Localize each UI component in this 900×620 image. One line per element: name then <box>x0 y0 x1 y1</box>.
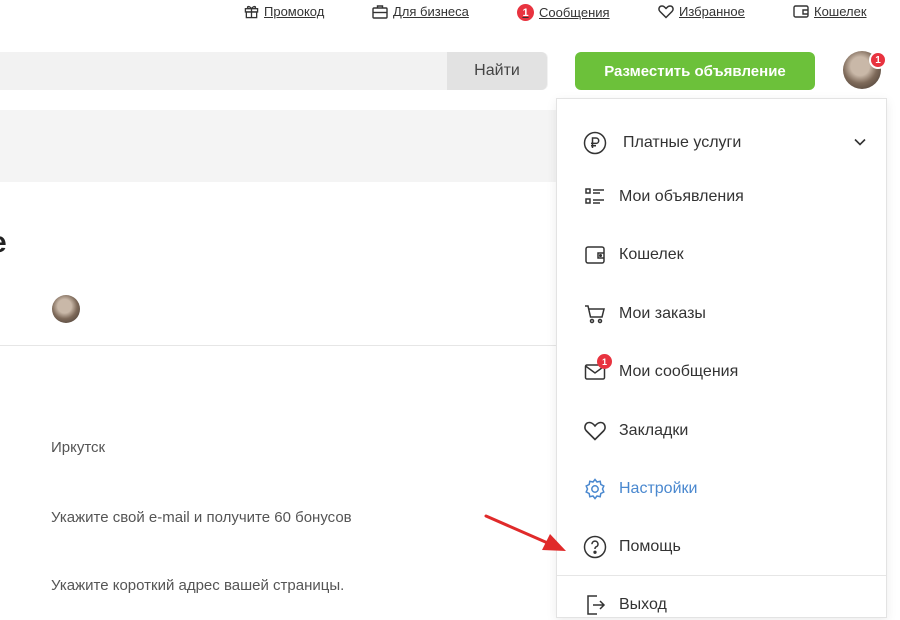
city-value: Иркутск <box>51 439 106 456</box>
favorites-link[interactable]: Избранное <box>658 4 745 19</box>
cart-icon <box>583 302 607 326</box>
menu-item-label: Помощь <box>619 538 681 555</box>
logout-icon <box>583 593 607 617</box>
menu-item-help[interactable]: Помощь <box>583 532 681 562</box>
heart-icon <box>658 4 674 19</box>
menu-item-label: Настройки <box>619 480 698 497</box>
envelope-icon: 1 <box>583 354 612 384</box>
menu-item-orders[interactable]: Мои заказы <box>583 299 706 329</box>
menu-item-my-ads[interactable]: Мои объявления <box>583 182 744 212</box>
email-hint[interactable]: Укажите свой e-mail и получите 60 бонусо… <box>51 509 352 526</box>
list-icon <box>583 185 607 209</box>
divider <box>0 345 556 346</box>
menu-item-bookmarks[interactable]: Закладки <box>583 416 688 446</box>
annotation-arrow-icon <box>484 514 566 551</box>
menu-item-logout[interactable]: Выход <box>583 590 667 620</box>
promo-link-label: Промокод <box>264 4 325 19</box>
menu-item-my-messages[interactable]: 1 Мои сообщения <box>583 354 739 387</box>
wallet-icon <box>583 243 607 267</box>
menu-item-label: Платные услуги <box>623 134 742 151</box>
gear-icon <box>583 477 607 501</box>
help-circle-icon <box>583 535 607 559</box>
menu-item-label: Закладки <box>619 422 689 439</box>
menu-item-label: Мои сообщения <box>619 363 739 380</box>
avatar-badge: 1 <box>869 51 887 69</box>
address-hint[interactable]: Укажите короткий адрес вашей страницы. <box>51 577 344 594</box>
menu-item-label: Выход <box>619 596 667 613</box>
menu-item-label: Мои заказы <box>619 305 706 322</box>
menu-item-settings[interactable]: Настройки <box>583 474 697 504</box>
menu-item-label: Мои объявления <box>619 188 744 205</box>
promo-link[interactable]: Промокод <box>244 4 324 19</box>
page-banner <box>0 110 556 182</box>
profile-avatar[interactable] <box>52 295 80 323</box>
ruble-circle-icon <box>583 131 607 155</box>
messages-link-label: Сообщения <box>539 5 610 20</box>
wallet-link-label: Кошелек <box>814 4 867 19</box>
menu-item-wallet[interactable]: Кошелек <box>583 240 684 270</box>
wallet-icon <box>793 4 809 19</box>
heart-icon <box>583 419 607 443</box>
messages-badge: 1 <box>517 4 534 21</box>
menu-item-label: Кошелек <box>619 246 684 263</box>
briefcase-icon <box>372 4 388 19</box>
business-link[interactable]: Для бизнеса <box>372 4 469 19</box>
wallet-link[interactable]: Кошелек <box>793 4 867 19</box>
chevron-down-icon[interactable] <box>852 134 868 155</box>
search-button[interactable]: Найти <box>447 52 547 90</box>
business-link-label: Для бизнеса <box>393 4 469 19</box>
messages-link[interactable]: 1 Сообщения <box>517 4 610 21</box>
favorites-link-label: Избранное <box>679 4 745 19</box>
post-ad-button[interactable]: Разместить объявление <box>575 52 815 90</box>
menu-divider <box>557 575 886 576</box>
gift-icon <box>244 4 259 19</box>
top-links-bar: Промокод Для бизнеса 1 Сообщения Избранн… <box>0 0 900 28</box>
messages-badge: 1 <box>597 354 612 369</box>
user-menu-dropdown: Платные услуги Мои объявления Кошелек Мо… <box>556 98 887 618</box>
menu-item-paid-services[interactable]: Платные услуги <box>583 128 741 158</box>
page-heading-fragment: е <box>0 226 7 260</box>
